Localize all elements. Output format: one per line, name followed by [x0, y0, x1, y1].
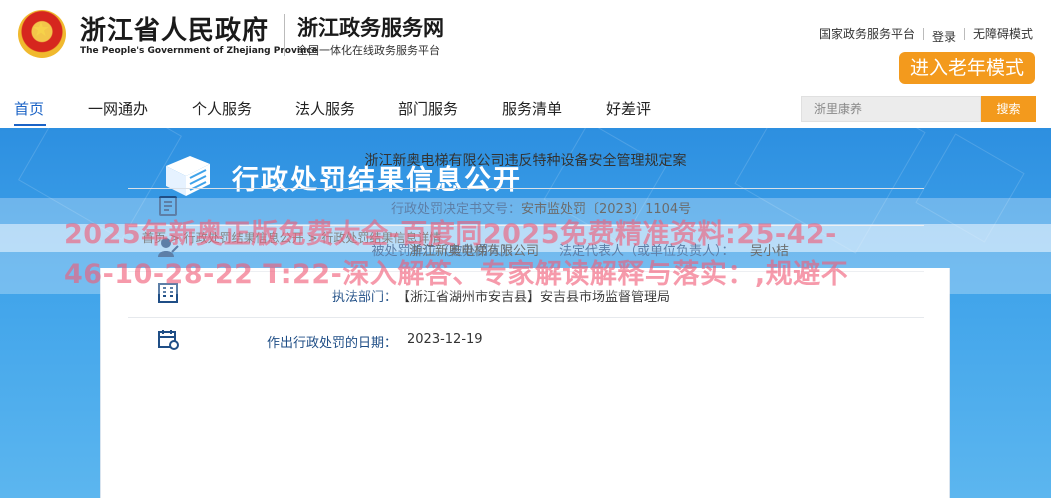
login-link[interactable]: 登录: [932, 28, 956, 45]
gov-subtitle: The People's Government of Zhejiang Prov…: [80, 46, 318, 56]
calendar-icon: [158, 330, 179, 350]
national-platform-link[interactable]: 国家政务服务平台: [819, 25, 915, 42]
watermark-line-2: 46-10-28-22 T:22-深入解答、专家解读解释与落实：,规避不: [64, 259, 849, 290]
decision-date-value: 2023-12-19: [407, 332, 483, 347]
service-subtitle: 全国一体化在线政务服务平台: [297, 44, 440, 57]
top-links: 国家政务服务平台 登录 无障碍模式: [819, 22, 1033, 45]
nav-feedback[interactable]: 好差评: [606, 98, 651, 119]
service-title[interactable]: 浙江政务服务网: [297, 12, 444, 42]
site-header: ★ 浙江省人民政府 The People's Government of Zhe…: [0, 0, 1051, 88]
link-separator: [963, 27, 965, 40]
national-emblem-icon: ★: [18, 10, 66, 58]
gov-title[interactable]: 浙江省人民政府: [80, 10, 269, 47]
case-title: 浙江新奥电梯有限公司违反特种设备安全管理规定案: [364, 153, 687, 169]
search-input[interactable]: 浙里康养: [801, 96, 981, 122]
nav-corporate[interactable]: 法人服务: [295, 98, 355, 119]
search-button[interactable]: 搜索: [981, 96, 1036, 122]
nav-service-list[interactable]: 服务清单: [502, 98, 562, 119]
nav-department[interactable]: 部门服务: [398, 98, 458, 119]
info-row-decision-date: 作出行政处罚的日期： 2023-12-19: [128, 318, 924, 364]
nav-active-indicator: [14, 124, 46, 126]
decision-date-label: 作出行政处罚的日期：: [266, 336, 397, 351]
header-divider: [284, 14, 285, 56]
link-separator: [922, 27, 924, 40]
watermark-line-1: 2025年新奥正版免费大全-百度同2025免费精准资料:25-42-: [64, 219, 837, 250]
nav-personal[interactable]: 个人服务: [192, 98, 252, 119]
accessibility-link[interactable]: 无障碍模式: [973, 25, 1033, 42]
nav-home[interactable]: 首页: [14, 98, 44, 119]
elder-mode-button[interactable]: 进入老年模式: [899, 52, 1035, 84]
nav-one-stop[interactable]: 一网通办: [88, 98, 148, 119]
